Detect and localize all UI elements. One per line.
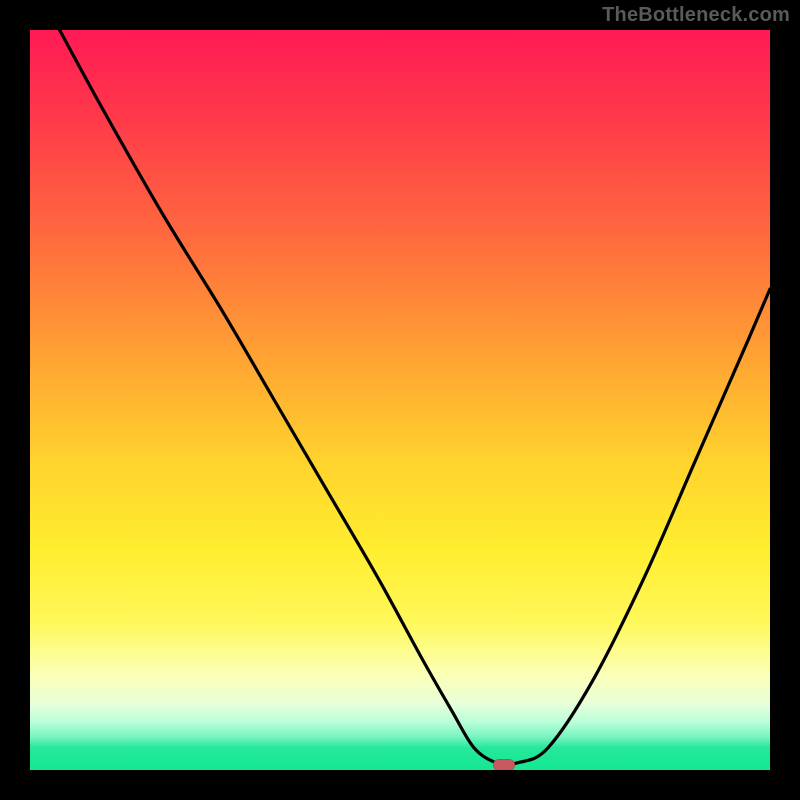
plot-area [30, 30, 770, 770]
optimal-marker [493, 759, 515, 770]
bottleneck-curve [30, 30, 770, 770]
chart-frame: TheBottleneck.com [0, 0, 800, 800]
watermark-text: TheBottleneck.com [602, 4, 790, 27]
